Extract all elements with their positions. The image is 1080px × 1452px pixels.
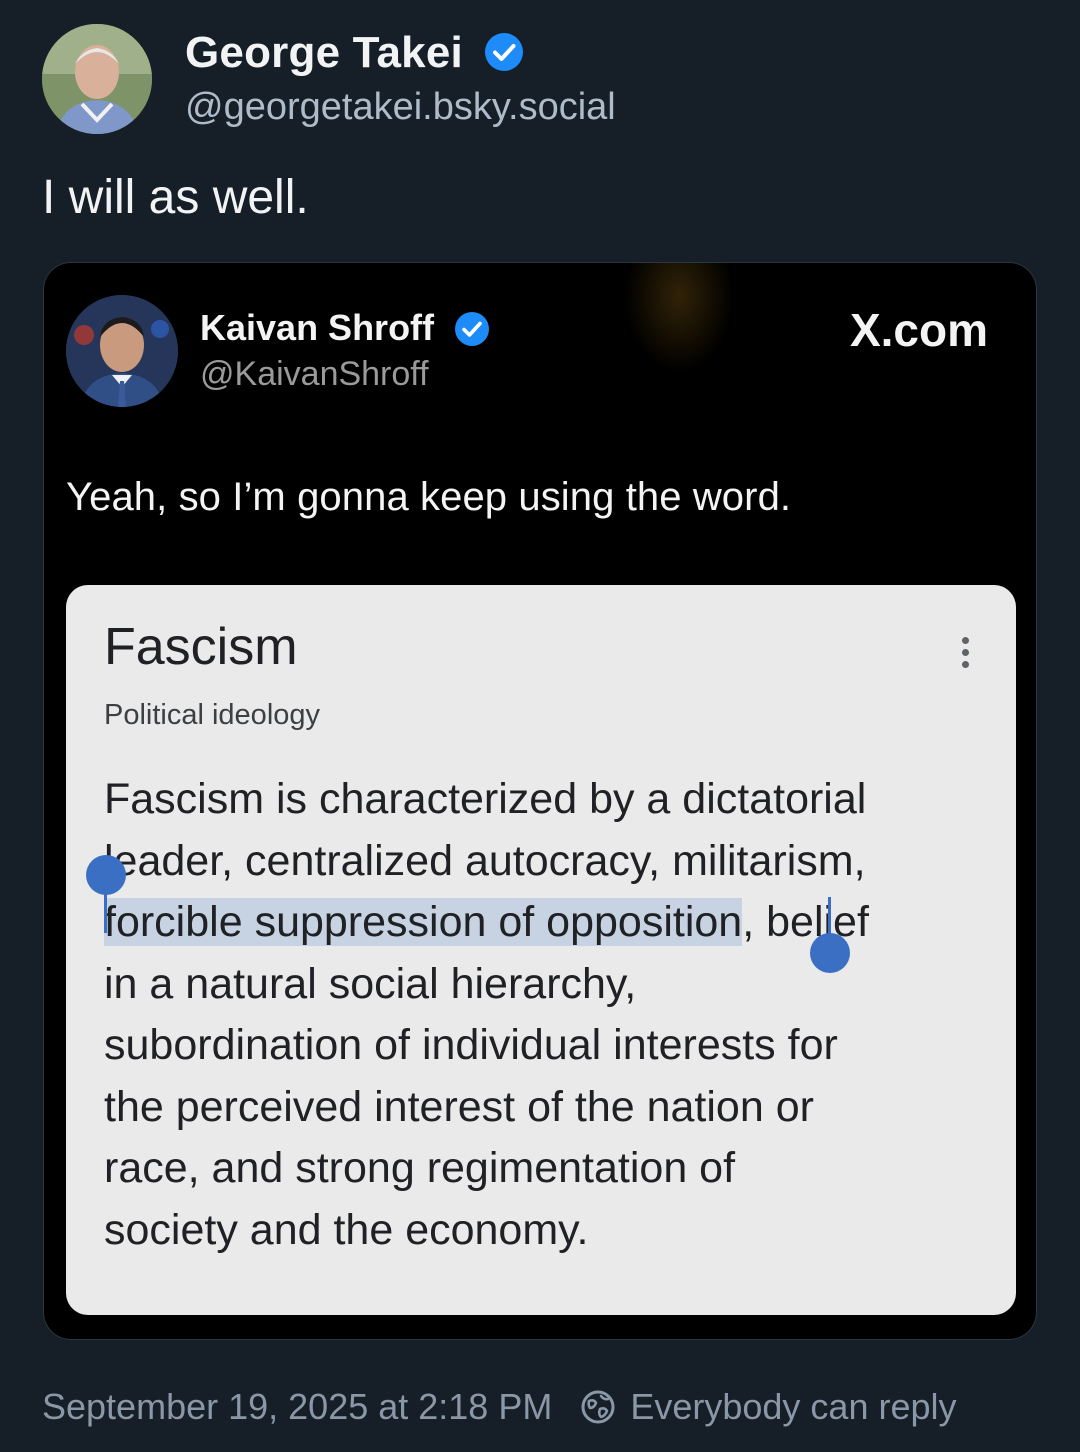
background-glow xyxy=(624,263,734,373)
embedded-image[interactable]: Kaivan Shroff @KaivanShroff X.com Yeah, … xyxy=(43,262,1037,1340)
definition-line: subordination of individual interests fo… xyxy=(104,1021,838,1069)
definition-title: Fascism xyxy=(104,618,298,676)
embedded-author-avatar xyxy=(66,295,178,407)
embedded-post-text: Yeah, so I’m gonna keep using the word. xyxy=(66,475,792,519)
more-vertical-icon xyxy=(960,637,970,671)
embedded-verified-badge-icon xyxy=(454,311,490,347)
definition-line: race, and strong regimentation of xyxy=(104,1144,736,1192)
embedded-author-name: Kaivan Shroff xyxy=(200,307,435,348)
definition-body: Fascism is characterized by a dictatoria… xyxy=(86,769,984,1261)
text-selection: forcible suppression of opposition xyxy=(104,898,743,946)
definition-line: Fascism is characterized by a dictatoria… xyxy=(104,775,867,823)
author-display-name[interactable]: George Takei xyxy=(185,28,463,78)
verified-badge-icon xyxy=(484,32,524,72)
selection-handle-end xyxy=(810,933,850,973)
definition-subtitle: Political ideology xyxy=(104,699,321,731)
definition-line-selected: forcible suppression of opposition, beli… xyxy=(104,898,869,946)
post-footer: September 19, 2025 at 2:18 PM Everybody … xyxy=(42,1386,957,1428)
definition-line: the perceived interest of the nation or xyxy=(104,1082,814,1131)
author-avatar[interactable] xyxy=(42,24,152,134)
post: George Takei @georgetakei.bsky.social I … xyxy=(0,0,1080,1452)
definition-line: leader, centralized autocracy, militaris… xyxy=(104,836,866,885)
post-timestamp[interactable]: September 19, 2025 at 2:18 PM xyxy=(42,1386,552,1428)
author-handle[interactable]: @georgetakei.bsky.social xyxy=(185,86,616,129)
definition-card: Fascism Political ideology Fascism is ch… xyxy=(66,585,1016,1315)
selection-handle-start xyxy=(86,855,126,895)
embedded-author-handle: @KaivanShroff xyxy=(200,355,429,393)
definition-line: society and the economy. xyxy=(104,1205,589,1254)
reply-setting[interactable]: Everybody can reply xyxy=(630,1386,956,1428)
definition-line: in a natural social hierarchy, xyxy=(104,959,637,1008)
post-text: I will as well. xyxy=(42,171,309,224)
source-label: X.com xyxy=(849,304,988,356)
globe-icon xyxy=(580,1389,616,1425)
